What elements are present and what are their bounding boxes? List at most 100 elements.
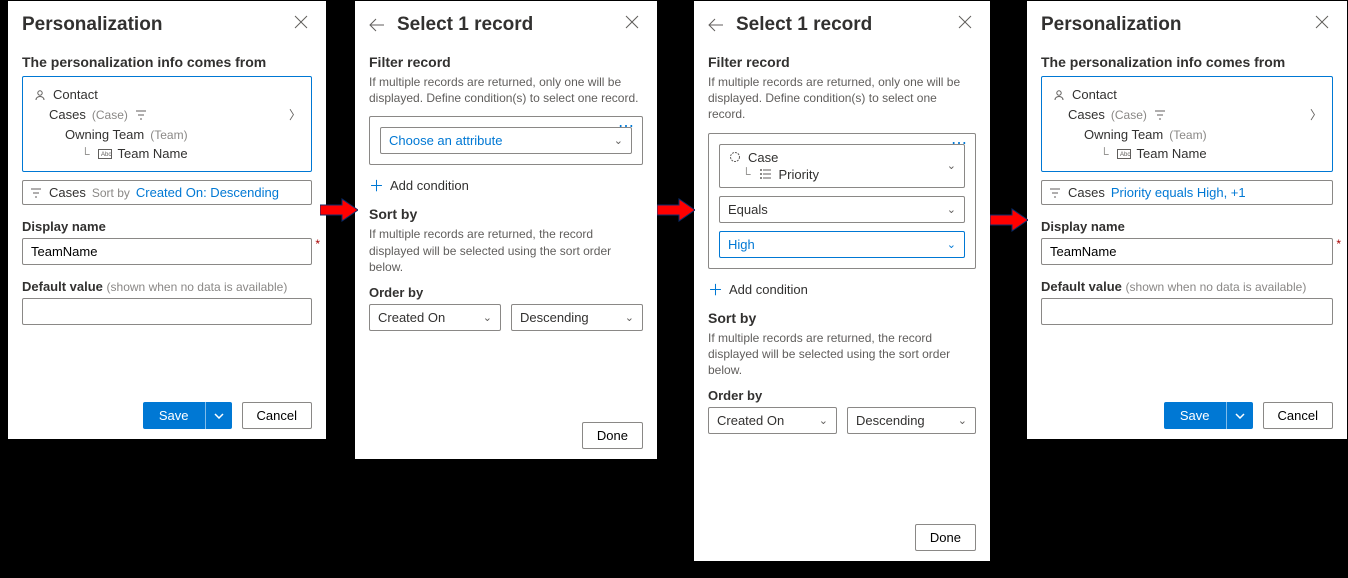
back-icon[interactable]: [708, 18, 736, 32]
entity-name: (Case): [1111, 108, 1147, 122]
add-condition-button[interactable]: ＋ Add condition: [708, 279, 976, 300]
add-condition-button[interactable]: ＋ Add condition: [369, 175, 643, 196]
comes-from-label: The personalization info comes from: [1041, 54, 1333, 70]
personalization-panel-before: Personalization The personalization info…: [8, 1, 326, 439]
back-icon[interactable]: [369, 18, 397, 32]
flow-arrow-icon: [990, 206, 1028, 234]
person-icon: [33, 88, 47, 102]
panel-title: Personalization: [22, 14, 290, 36]
tree-node-team-name[interactable]: └ Abc Team Name: [33, 144, 301, 163]
order-by-label: Order by: [708, 388, 976, 403]
close-icon[interactable]: [290, 11, 312, 38]
entity-name: (Case): [92, 108, 128, 122]
display-name-label: Display name: [22, 219, 312, 234]
chevron-down-icon: ⌄: [819, 414, 828, 427]
tree-node-cases[interactable]: Cases (Case) 〉: [1052, 104, 1322, 125]
default-value-input[interactable]: [1041, 298, 1333, 325]
filter-record-heading: Filter record: [708, 54, 976, 70]
condition-box: ⋯ Case └ Priority ⌄: [708, 133, 976, 269]
field-icon: Abc: [98, 147, 112, 161]
save-split-icon[interactable]: [1226, 402, 1253, 429]
flow-arrow-icon: [320, 196, 358, 224]
tree-label: Contact: [1072, 87, 1117, 102]
tree-label: Owning Team: [1084, 127, 1163, 142]
display-name-input[interactable]: [1041, 238, 1333, 265]
filter-link: Priority equals High, +1: [1111, 185, 1246, 200]
tree-node-contact[interactable]: Contact: [33, 85, 301, 104]
default-value-input[interactable]: [22, 298, 312, 325]
tree-corner-icon: └: [1100, 147, 1109, 161]
tree-node-owning-team[interactable]: Owning Team (Team): [1052, 125, 1322, 144]
more-icon[interactable]: ⋯: [618, 123, 634, 131]
tree-node-owning-team[interactable]: Owning Team (Team): [33, 125, 301, 144]
entity-name: (Team): [150, 128, 187, 142]
order-by-field-select[interactable]: Created On⌄: [708, 407, 837, 434]
sort-by-desc: If multiple records are returned, the re…: [708, 330, 976, 379]
save-button[interactable]: Save: [1164, 402, 1253, 429]
required-star: *: [315, 237, 320, 251]
save-split-icon[interactable]: [205, 402, 232, 429]
order-by-field-select[interactable]: Created On⌄: [369, 304, 501, 331]
close-icon[interactable]: [1311, 11, 1333, 38]
chevron-down-icon: ⌄: [947, 203, 956, 216]
chevron-down-icon: ⌄: [947, 159, 956, 172]
sort-by-heading: Sort by: [708, 310, 976, 326]
attribute-select[interactable]: Case └ Priority ⌄: [719, 144, 965, 188]
tree-node-contact[interactable]: Contact: [1052, 85, 1322, 104]
filter-icon: [1153, 108, 1167, 122]
attribute-select[interactable]: Choose an attribute ⌄: [380, 127, 632, 154]
required-star: *: [1336, 237, 1341, 251]
select-record-panel-filled: Select 1 record Filter record If multipl…: [694, 1, 990, 561]
display-name-label: Display name: [1041, 219, 1333, 234]
tree-label: Team Name: [118, 146, 188, 161]
panel-title: Select 1 record: [397, 14, 621, 36]
entity-icon: [728, 150, 742, 164]
order-by-direction-select[interactable]: Descending⌄: [847, 407, 976, 434]
tree-corner-icon: └: [742, 167, 751, 181]
filter-summary[interactable]: Cases Priority equals High, +1: [1041, 180, 1333, 205]
done-button[interactable]: Done: [582, 422, 643, 449]
source-tree[interactable]: Contact Cases (Case) 〉 Owning Team (Team…: [1041, 76, 1333, 172]
chevron-down-icon: ⌄: [614, 134, 623, 147]
chevron-down-icon: ⌄: [958, 414, 967, 427]
tree-node-team-name[interactable]: └ Abc Team Name: [1052, 144, 1322, 163]
chevron-down-icon: ⌄: [483, 311, 492, 324]
order-by-direction-select[interactable]: Descending⌄: [511, 304, 643, 331]
close-icon[interactable]: [954, 11, 976, 38]
default-value-hint: (shown when no data is available): [1126, 280, 1307, 294]
flow-arrow-icon: [657, 196, 695, 224]
order-by-label: Order by: [369, 285, 643, 300]
list-icon: [759, 167, 773, 181]
filter-record-heading: Filter record: [369, 54, 643, 70]
cancel-button[interactable]: Cancel: [242, 402, 312, 429]
svg-text:Abc: Abc: [1120, 152, 1130, 158]
filter-sortby: Sort by: [92, 186, 130, 200]
chevron-right-icon: 〉: [289, 106, 301, 123]
close-icon[interactable]: [621, 11, 643, 38]
tree-label: Cases: [1068, 107, 1105, 122]
tree-node-cases[interactable]: Cases (Case) 〉: [33, 104, 301, 125]
personalization-panel-after: Personalization The personalization info…: [1027, 1, 1347, 439]
select-record-panel-empty: Select 1 record Filter record If multipl…: [355, 1, 657, 459]
filter-summary[interactable]: Cases Sort by Created On: Descending: [22, 180, 312, 205]
sort-by-heading: Sort by: [369, 206, 643, 222]
cancel-button[interactable]: Cancel: [1263, 402, 1333, 429]
done-button[interactable]: Done: [915, 524, 976, 551]
attr-entity: Case: [748, 150, 778, 165]
tree-label: Cases: [49, 107, 86, 122]
save-button[interactable]: Save: [143, 402, 232, 429]
value-select[interactable]: High⌄: [719, 231, 965, 258]
panel-title: Select 1 record: [736, 14, 954, 36]
more-icon[interactable]: ⋯: [951, 140, 967, 148]
operator-select[interactable]: Equals⌄: [719, 196, 965, 223]
display-name-input[interactable]: [22, 238, 312, 265]
filter-icon: [134, 108, 148, 122]
source-tree[interactable]: Contact Cases (Case) 〉 Owning Team (Team…: [22, 76, 312, 172]
attr-field: Priority: [779, 167, 819, 182]
default-value-label: Default value (shown when no data is ava…: [22, 279, 312, 294]
tree-corner-icon: └: [81, 147, 90, 161]
comes-from-label: The personalization info comes from: [22, 54, 312, 70]
plus-icon: ＋: [708, 279, 723, 300]
panel-title: Personalization: [1041, 14, 1311, 36]
default-value-label: Default value (shown when no data is ava…: [1041, 279, 1333, 294]
